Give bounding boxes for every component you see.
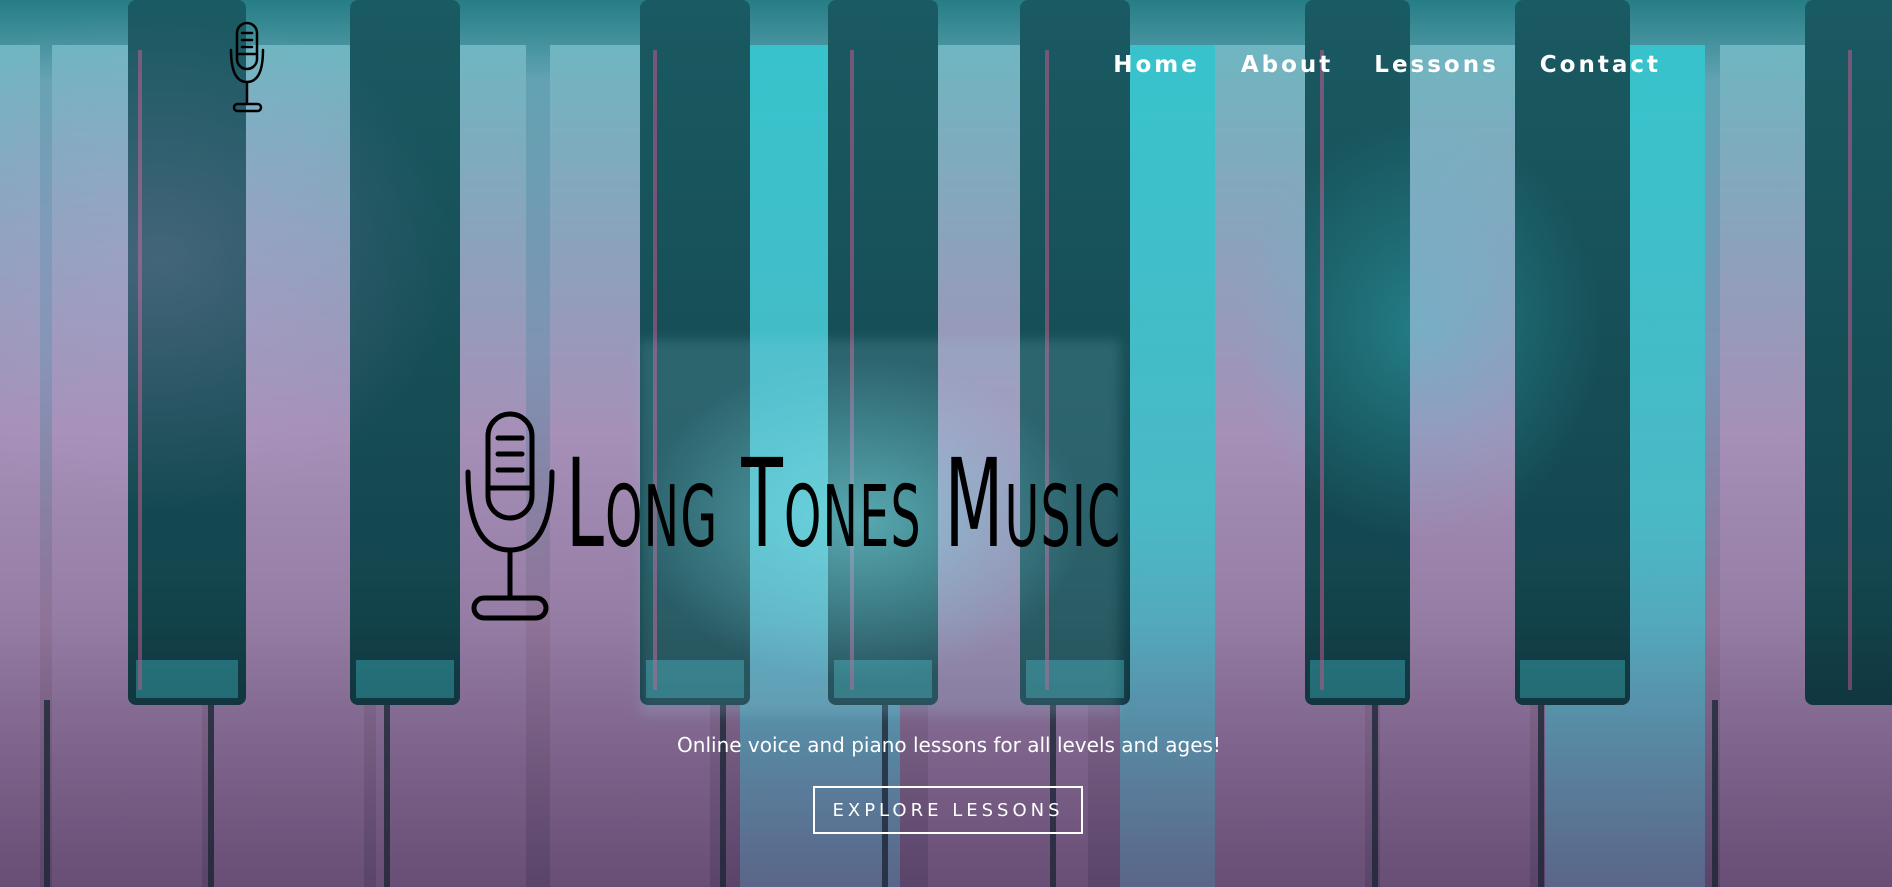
nav-about-link[interactable]: About — [1241, 52, 1333, 78]
microphone-icon[interactable] — [226, 20, 270, 116]
explore-lessons-button[interactable]: EXPLORE LESSONS — [813, 786, 1083, 834]
main-nav: Home About Lessons Contact — [1113, 52, 1661, 78]
hero-tagline: Online voice and piano lessons for all l… — [677, 733, 1221, 757]
nav-home-link[interactable]: Home — [1113, 52, 1200, 78]
nav-lessons-link[interactable]: Lessons — [1374, 52, 1499, 78]
nav-contact-link[interactable]: Contact — [1540, 52, 1661, 78]
explore-lessons-label: EXPLORE LESSONS — [832, 799, 1064, 821]
hero-microphone-icon — [465, 411, 555, 621]
site-title: Long Tones Music — [566, 433, 1122, 575]
